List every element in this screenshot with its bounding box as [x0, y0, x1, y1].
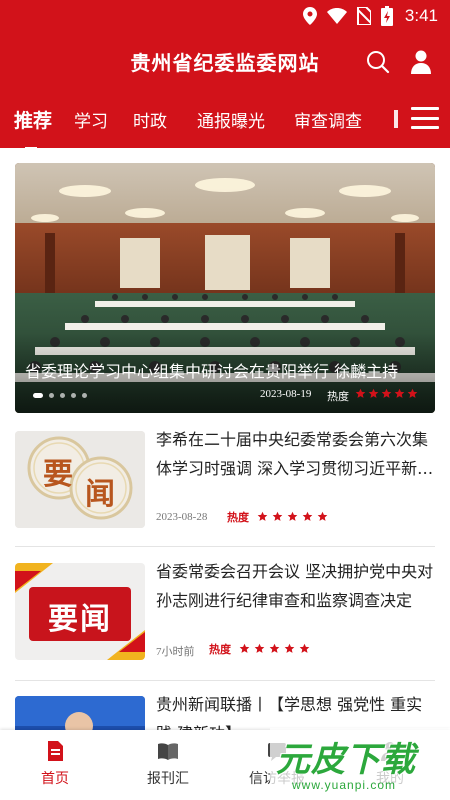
carousel-dot: [33, 393, 43, 398]
user-button[interactable]: [408, 49, 434, 75]
star-icon: [299, 643, 310, 653]
news-date: 2023-08-28: [156, 511, 208, 523]
carousel-dot: [49, 393, 54, 398]
tab-reports[interactable]: 通报曝光: [197, 107, 265, 132]
app-header: 贵州省纪委监委网站: [0, 32, 450, 90]
thumb-text-1: 要: [43, 457, 73, 492]
star-icon: [381, 388, 392, 398]
star-icon: [287, 511, 298, 521]
star-icon: [272, 511, 283, 521]
carousel-indicator: [33, 393, 87, 398]
star-icon: [269, 643, 280, 653]
news-title[interactable]: 省委常委会召开会议 坚决拥护党中央对孙志刚进行纪律审查和监察调查决定: [156, 557, 436, 615]
list-divider: [15, 680, 435, 681]
status-bar: 3:41: [0, 0, 450, 32]
news-date: 7小时前: [156, 646, 195, 658]
news-heat-label: 热度: [227, 511, 249, 524]
star-icon: [302, 511, 313, 521]
news-thumbnail: 要 闻: [15, 431, 145, 528]
star-icon: [254, 643, 265, 653]
watermark-url: www.yuanpi.com: [292, 778, 397, 792]
hero-heat-label: 热度: [327, 390, 349, 403]
news-heat-stars: [257, 511, 328, 522]
news-thumbnail: 要闻: [15, 563, 145, 660]
home-document-icon: [48, 741, 63, 761]
nav-home[interactable]: 首页: [10, 740, 100, 788]
star-icon: [257, 511, 268, 521]
list-divider: [15, 546, 435, 547]
carousel-dot: [71, 393, 76, 398]
news-heat-label: 热度: [209, 643, 231, 656]
star-icon: [407, 388, 418, 398]
star-icon: [284, 643, 295, 653]
user-icon: [411, 50, 431, 74]
menu-icon[interactable]: [411, 107, 439, 129]
hero-date: 2023-08-19: [260, 388, 312, 400]
hero-heat-stars: [355, 388, 418, 399]
hero-title[interactable]: 省委理论学习中心组集中研讨会在贵阳举行 徐麟主持: [25, 358, 425, 382]
star-icon: [239, 643, 250, 653]
active-tab-indicator: [25, 147, 37, 151]
news-title[interactable]: 李希在二十届中央纪委常委会第六次集体学习时强调 深入学习贯彻习近平新时代中国特色…: [156, 425, 436, 483]
search-icon: [367, 51, 390, 74]
watermark-logo-text: 元皮下载: [276, 740, 416, 780]
app-screen: 3:41 贵州省纪委监委网站 推荐 学习 时政 通报曝光 审查调查 省委理论学习…: [0, 0, 450, 800]
nav-publications-label: 报刊汇: [147, 771, 189, 787]
category-tabs: 推荐 学习 时政 通报曝光 审查调查: [0, 90, 450, 148]
thumb-text-2: 闻: [85, 477, 115, 512]
battery-charging-icon: [380, 6, 393, 26]
location-icon: [302, 7, 317, 25]
carousel-dot: [60, 393, 65, 398]
hero-banner[interactable]: 省委理论学习中心组集中研讨会在贵阳举行 徐麟主持 2023-08-19 热度: [15, 163, 435, 413]
nav-home-label: 首页: [41, 771, 69, 787]
news-heat-stars: [239, 643, 310, 654]
star-icon: [368, 388, 379, 398]
star-icon: [394, 388, 405, 398]
star-icon: [317, 511, 328, 521]
thumb-text: 要闻: [48, 602, 112, 637]
tab-recommend[interactable]: 推荐: [14, 106, 52, 133]
list-item[interactable]: 要闻 省委常委会召开会议 坚决拥护党中央对孙志刚进行纪律审查和监察调查决定 7小…: [15, 562, 435, 668]
star-icon: [355, 388, 366, 398]
book-icon: [158, 743, 178, 760]
nav-publications[interactable]: 报刊汇: [123, 740, 213, 788]
wifi-icon: [326, 8, 347, 24]
list-item[interactable]: 要 闻 李希在二十届中央纪委常委会第六次集体学习时强调 深入学习贯彻习近平新时代…: [15, 430, 435, 536]
tab-study[interactable]: 学习: [74, 107, 108, 132]
tab-overflow-edge: [392, 90, 408, 148]
tab-current-affairs[interactable]: 时政: [133, 107, 167, 132]
status-time: 3:41: [404, 6, 438, 25]
search-button[interactable]: [365, 49, 391, 75]
sim-off-icon: [356, 7, 371, 25]
watermark: 元皮下载 www.yuanpi.com: [270, 728, 450, 800]
carousel-dot: [82, 393, 87, 398]
tab-investigation[interactable]: 审查调查: [294, 107, 362, 132]
